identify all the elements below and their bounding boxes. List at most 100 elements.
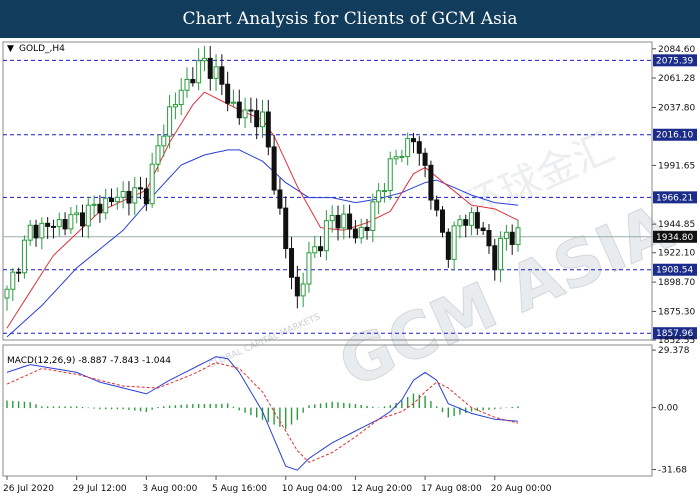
- candle-body-50: [294, 276, 300, 297]
- candle-body-16: [97, 203, 103, 214]
- candle-body-40: [236, 101, 242, 119]
- candle-body-67: [393, 156, 399, 160]
- candles: [4, 45, 521, 311]
- candle-body-66: [387, 158, 393, 192]
- candle-body-69: [405, 138, 411, 157]
- candle-body-17: [103, 197, 109, 214]
- y-tick-label-8: 1852.55: [658, 336, 695, 346]
- candle-body-24: [143, 188, 149, 205]
- candle-body-34: [201, 57, 207, 62]
- candle-body-13: [79, 212, 85, 227]
- candle-body-77: [451, 225, 457, 260]
- candle-body-20: [120, 191, 126, 198]
- candle-body-64: [376, 190, 382, 203]
- candle-body-86: [503, 231, 509, 239]
- candle-body-32: [190, 78, 196, 84]
- candle-body-46: [271, 146, 277, 191]
- candle-body-51: [300, 283, 306, 297]
- candle-body-87: [509, 231, 515, 245]
- candle-body-6: [39, 222, 45, 239]
- candle-body-41: [242, 109, 248, 119]
- candle-body-78: [457, 219, 463, 227]
- candle-body-74: [434, 199, 440, 211]
- candle-body-12: [74, 212, 80, 216]
- candle-body-27: [161, 135, 167, 147]
- level-label-1: 2016.10: [656, 131, 693, 141]
- level-label-3: 1908.54: [656, 266, 693, 276]
- candle-body-60: [352, 228, 358, 239]
- candle-body-53: [312, 246, 318, 254]
- candle-body-18: [109, 197, 115, 203]
- candle-body-72: [422, 152, 428, 166]
- candle-body-7: [45, 222, 51, 227]
- chart-title: GOLD_,H4: [19, 44, 65, 54]
- y-tick-label-5: 1922.10: [658, 249, 695, 259]
- candle-body-82: [480, 227, 486, 232]
- chart-svg: GCM ASIA 环球金汇 GLOBAL CAPITAL MARKETS 207…: [2, 41, 697, 494]
- candle-body-28: [167, 106, 173, 137]
- candle-body-2: [16, 271, 22, 274]
- candle-body-59: [347, 213, 353, 230]
- candle-body-11: [68, 214, 74, 230]
- watermark-text: GCM ASIA: [329, 191, 683, 403]
- candle-body-76: [445, 231, 451, 260]
- x-tick-label-7: 20 Aug 00:00: [491, 484, 552, 494]
- candle-body-33: [196, 60, 202, 84]
- candle-body-36: [213, 66, 219, 79]
- candle-body-3: [21, 239, 27, 274]
- candle-body-84: [492, 245, 498, 271]
- candle-body-58: [341, 213, 347, 229]
- candle-body-63: [370, 201, 376, 231]
- macd-title: MACD(12,26,9) -8.887 -7.843 -1.044: [7, 356, 171, 366]
- chart-area: GCM ASIA 环球金汇 GLOBAL CAPITAL MARKETS 207…: [0, 38, 700, 500]
- candle-body-39: [230, 101, 236, 104]
- y-tick-label-4: 1944.85: [658, 220, 695, 230]
- y-tick-label-1: 2061.28: [658, 74, 695, 84]
- candle-body-55: [323, 220, 329, 252]
- candle-body-43: [254, 110, 260, 128]
- candle-body-23: [138, 187, 144, 190]
- level-label-2: 1966.21: [656, 193, 693, 203]
- candle-body-30: [178, 89, 184, 105]
- candle-body-57: [335, 214, 341, 229]
- candle-body-75: [440, 209, 446, 233]
- watermark: GCM ASIA 环球金汇 GLOBAL CAPITAL MARKETS: [207, 124, 683, 403]
- candle-body-54: [318, 246, 324, 252]
- candle-body-73: [428, 164, 434, 201]
- x-tick-label-0: 26 Jul 2020: [3, 484, 54, 494]
- watermark-sub: GLOBAL CAPITAL MARKETS: [207, 312, 322, 371]
- time-axis: 26 Jul 2020 29 Jul 12:00 3 Aug 00:00 5 Aug …: [3, 476, 552, 494]
- candle-body-49: [289, 248, 295, 278]
- candle-body-88: [515, 227, 521, 245]
- candle-body-68: [399, 155, 405, 158]
- candle-body-61: [358, 226, 364, 239]
- macd-y-tick-label-0: 29.378: [658, 346, 690, 356]
- candle-body-62: [364, 226, 370, 231]
- candle-body-25: [149, 163, 155, 205]
- x-tick-label-4: 10 Aug 04:00: [282, 484, 343, 494]
- y-tick-label-3: 1991.65: [658, 161, 695, 171]
- y-tick-label-6: 1898.70: [658, 278, 695, 288]
- x-tick-label-2: 3 Aug 00:00: [142, 484, 197, 494]
- candle-body-9: [56, 219, 62, 228]
- candle-body-44: [260, 111, 265, 128]
- candle-body-83: [486, 230, 492, 247]
- candle-body-19: [114, 196, 120, 203]
- candle-body-38: [225, 83, 231, 104]
- symbol-marker: ▼: [7, 44, 14, 54]
- candle-body-45: [265, 111, 271, 148]
- y-tick-label-7: 1875.30: [658, 307, 695, 317]
- candle-body-42: [248, 109, 254, 112]
- banner-title: Chart Analysis for Clients of GCM Asia: [182, 9, 518, 29]
- candle-body-21: [126, 191, 132, 204]
- macd-y-tick-label-1: 0.00: [658, 404, 678, 414]
- candle-body-8: [50, 225, 56, 228]
- candle-body-5: [33, 224, 39, 239]
- level-label-0: 2075.39: [656, 56, 693, 66]
- candle-body-85: [498, 237, 504, 271]
- last-price-label: 1934.80: [656, 233, 693, 243]
- candle-body-29: [172, 103, 178, 108]
- chart-banner: Chart Analysis for Clients of GCM Asia: [0, 0, 700, 38]
- candle-body-31: [184, 78, 190, 91]
- candle-body-70: [410, 138, 416, 143]
